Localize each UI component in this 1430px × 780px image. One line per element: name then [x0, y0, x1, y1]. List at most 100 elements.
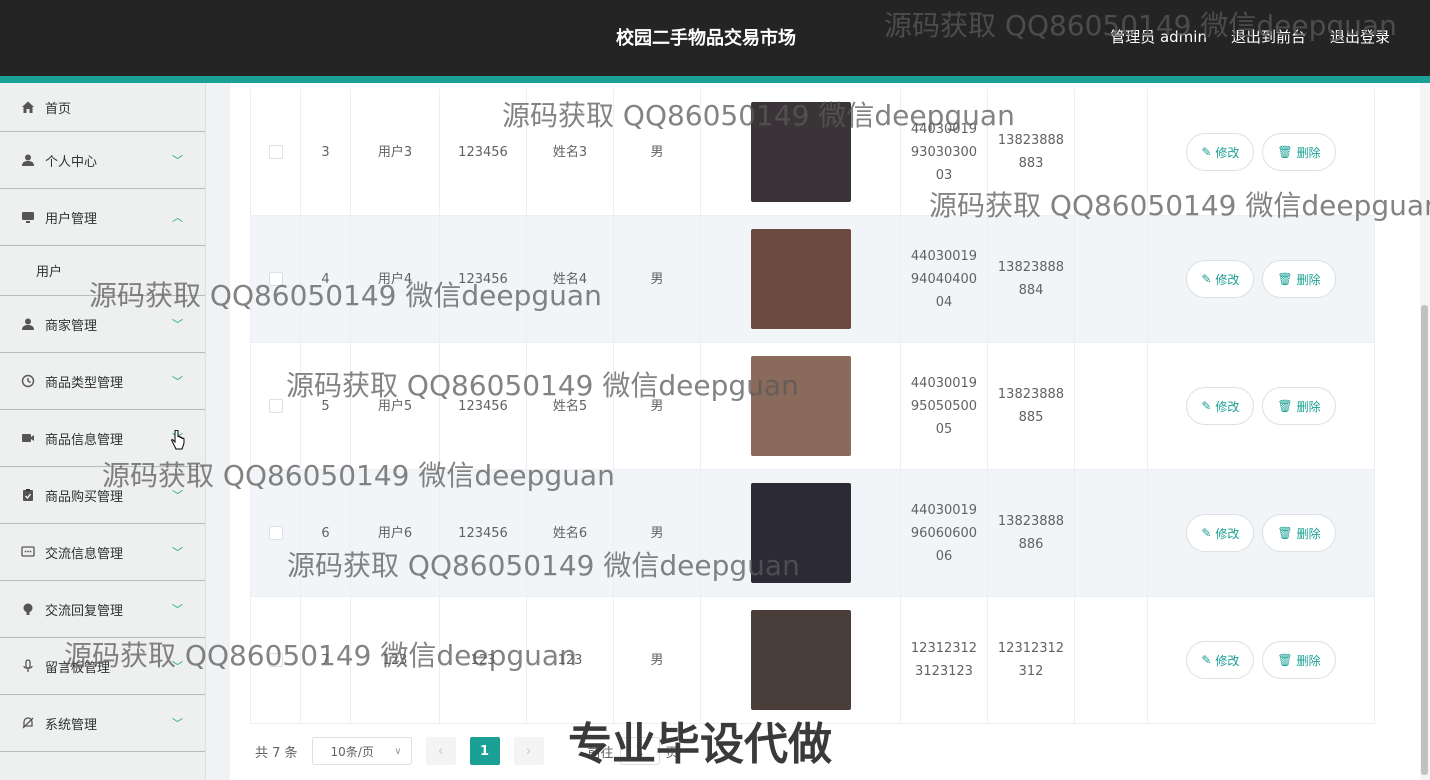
row-checkbox-cell — [251, 89, 301, 215]
sidebar-item-label: 交流回复管理 — [45, 603, 124, 619]
goto-suffix: 页 — [665, 745, 679, 761]
clipboard-icon — [20, 487, 36, 503]
sidebar-item-label: 用户管理 — [45, 211, 98, 227]
user-id-number: 440300199505050005 — [901, 343, 988, 469]
edit-button[interactable]: ✎ 修改 — [1186, 641, 1255, 679]
row-checkbox[interactable] — [268, 145, 283, 159]
page-size-value: 10条/页 — [330, 744, 374, 759]
edit-icon: ✎ — [1201, 399, 1212, 413]
table-row: 3 用户3 123456 姓名3 男 440300199303030003 13823888… — [251, 89, 1374, 216]
edit-button[interactable]: ✎ 修改 — [1186, 260, 1255, 298]
scrollbar-thumb[interactable] — [1421, 305, 1428, 775]
user-name: 123 — [527, 597, 614, 723]
app-title: 校园二手物品交易市场 — [616, 28, 796, 49]
sidebar-item-profile[interactable]: 个人中心 ﹀ — [0, 132, 205, 189]
header-accent-bar — [0, 76, 1430, 83]
row-checkbox[interactable] — [268, 653, 283, 667]
goto-prefix: 前往 — [587, 745, 614, 761]
edit-button[interactable]: ✎ 修改 — [1186, 133, 1255, 171]
user-photo — [750, 356, 851, 456]
sidebar-item-category-management[interactable]: 商品类型管理 ﹀ — [0, 353, 205, 410]
exit-to-front-link[interactable]: 退出到前台 — [1231, 26, 1306, 47]
bell-off-icon — [20, 715, 36, 731]
edit-icon: ✎ — [1201, 272, 1212, 286]
user-account: 123 — [351, 597, 440, 723]
user-photo-cell — [701, 216, 901, 342]
row-index: 6 — [301, 470, 351, 596]
edit-button[interactable]: ✎ 修改 — [1186, 387, 1255, 425]
user-phone: 13823888884 — [988, 216, 1075, 342]
edit-label: 修改 — [1215, 272, 1240, 287]
sidebar-item-label: 商品购买管理 — [45, 489, 124, 505]
row-checkbox[interactable] — [268, 526, 283, 540]
prev-page-button[interactable]: ‹ — [425, 737, 456, 765]
chevron-down-icon: ﹀ — [172, 318, 183, 331]
row-checkbox-cell — [251, 216, 301, 342]
admin-user-label[interactable]: 管理员 admin — [1110, 26, 1207, 47]
top-links: 管理员 admin 退出到前台 退出登录 — [1110, 26, 1390, 47]
chevron-down-icon: ﹀ — [172, 717, 183, 730]
user-account: 用户6 — [351, 470, 440, 596]
trash-icon: 🗑 — [1277, 145, 1293, 159]
next-page-button[interactable]: › — [513, 737, 544, 765]
user-sex: 男 — [614, 597, 701, 723]
sidebar-subitem-user[interactable]: 用户 — [0, 246, 205, 296]
sidebar-item-message-board[interactable]: 留言板管理 ﹀ — [0, 638, 205, 695]
sidebar-item-exchange-management[interactable]: 交流信息管理 ﹀ — [0, 524, 205, 581]
user-name: 姓名5 — [527, 343, 614, 469]
sidebar-item-label: 交流信息管理 — [45, 546, 124, 562]
video-icon — [20, 430, 36, 446]
user-sex: 男 — [614, 89, 701, 215]
chevron-down-icon: ﹀ — [172, 660, 183, 673]
row-checkbox[interactable] — [268, 272, 283, 286]
delete-button[interactable]: 🗑 删除 — [1262, 133, 1336, 171]
chevron-up-icon: ︿ — [172, 211, 183, 224]
chevron-right-icon: › — [525, 743, 532, 759]
sidebar-item-home[interactable]: 首页 — [0, 83, 205, 132]
user-photo-cell — [701, 470, 901, 596]
edit-label: 修改 — [1215, 526, 1240, 541]
sidebar-item-reply-management[interactable]: 交流回复管理 ﹀ — [0, 581, 205, 638]
chevron-down-icon: ∨ — [394, 745, 402, 757]
user-phone: 13823888883 — [988, 89, 1075, 215]
sidebar-item-system-management[interactable]: 系统管理 ﹀ — [0, 695, 205, 752]
chat-icon — [20, 544, 36, 560]
delete-button[interactable]: 🗑 删除 — [1262, 641, 1336, 679]
row-index: 5 — [301, 343, 351, 469]
delete-button[interactable]: 🗑 删除 — [1262, 387, 1336, 425]
chevron-left-icon: ‹ — [437, 743, 444, 759]
pagination: 共 7 条 10条/页 ∨ ‹ 1 › 前往 1 页 — [255, 737, 679, 765]
user-icon — [20, 152, 36, 168]
total-count: 共 7 条 — [255, 745, 298, 761]
user-phone: 13823888885 — [988, 343, 1075, 469]
row-checkbox[interactable] — [268, 399, 283, 413]
user-password: 123456 — [440, 89, 527, 215]
user-account: 用户4 — [351, 216, 440, 342]
sidebar-item-purchase-management[interactable]: 商品购买管理 ﹀ — [0, 467, 205, 524]
trash-icon: 🗑 — [1277, 653, 1293, 667]
current-page[interactable]: 1 — [469, 737, 500, 765]
row-actions: ✎ 修改 🗑 删除 — [1148, 343, 1374, 469]
user-photo — [750, 102, 851, 202]
edit-button[interactable]: ✎ 修改 — [1186, 514, 1255, 552]
user-name: 姓名3 — [527, 89, 614, 215]
row-index: 4 — [301, 216, 351, 342]
goto-page-input[interactable]: 1 — [619, 737, 660, 765]
page-size-select[interactable]: 10条/页 ∨ — [311, 737, 412, 765]
row-actions: ✎ 修改 🗑 删除 — [1148, 216, 1374, 342]
delete-button[interactable]: 🗑 删除 — [1262, 514, 1336, 552]
edit-icon: ✎ — [1201, 526, 1212, 540]
sidebar-item-user-management[interactable]: 用户管理 ︿ — [0, 189, 205, 246]
delete-label: 删除 — [1296, 526, 1321, 541]
edit-label: 修改 — [1215, 145, 1240, 160]
edit-label: 修改 — [1215, 653, 1240, 668]
edit-label: 修改 — [1215, 399, 1240, 414]
user-password: 123456 — [440, 216, 527, 342]
sidebar-item-merchant-management[interactable]: 商家管理 ﹀ — [0, 296, 205, 353]
table-row: 5 用户5 123456 姓名5 男 440300199505050005 13823888… — [251, 343, 1374, 470]
delete-button[interactable]: 🗑 删除 — [1262, 260, 1336, 298]
table-row: 4 用户4 123456 姓名4 男 440300199404040004 13823888… — [251, 216, 1374, 343]
delete-label: 删除 — [1296, 653, 1321, 668]
logout-link[interactable]: 退出登录 — [1330, 26, 1390, 47]
delete-label: 删除 — [1296, 145, 1321, 160]
